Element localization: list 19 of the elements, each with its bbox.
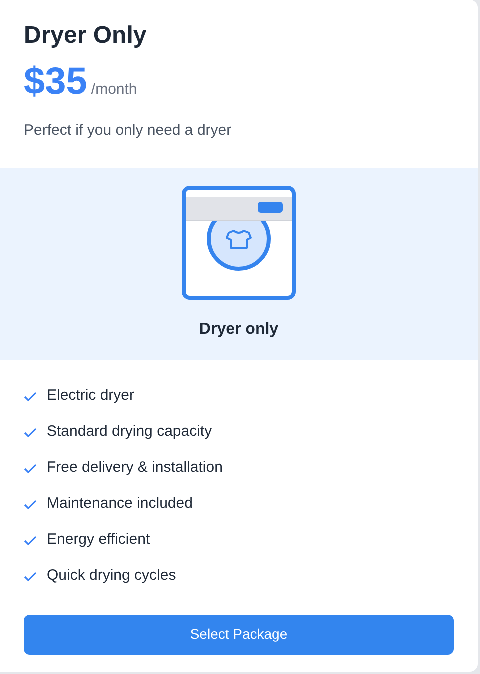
feature-text: Free delivery & installation (47, 458, 223, 478)
select-package-button[interactable]: Select Package (24, 614, 454, 654)
price: $35 (24, 60, 88, 104)
check-icon (24, 500, 37, 510)
check-icon (24, 428, 37, 438)
check-icon (24, 392, 37, 402)
feature-text: Quick drying cycles (47, 566, 176, 586)
feature-text: Energy efficient (47, 530, 150, 550)
feature-text: Electric dryer (47, 386, 135, 406)
plan-title: Dryer Only (24, 21, 148, 51)
price-period: /month (91, 80, 138, 100)
check-icon (24, 572, 37, 582)
check-icon (24, 464, 37, 474)
plan-description: Perfect if you only need a dryer (24, 121, 233, 141)
feature-text: Maintenance included (47, 494, 193, 514)
illustration-label: Dryer only (199, 320, 279, 340)
check-icon (24, 536, 37, 546)
dryer-icon (182, 186, 296, 300)
feature-text: Standard drying capacity (47, 422, 212, 442)
